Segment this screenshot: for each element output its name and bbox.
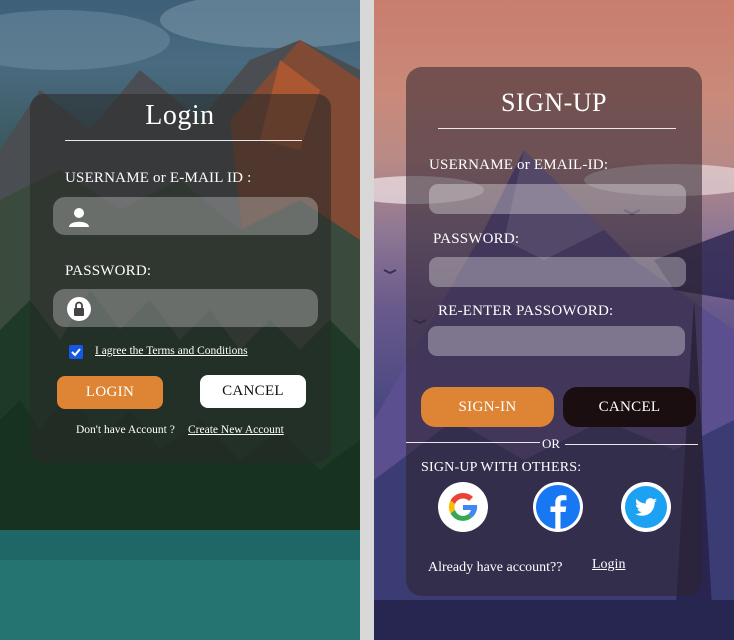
lock-icon [67, 297, 91, 321]
checkmark-icon [71, 348, 81, 357]
facebook-signup-button[interactable] [533, 482, 583, 532]
login-username-input[interactable] [53, 197, 318, 235]
terms-link[interactable]: I agree the Terms and Conditions [95, 345, 248, 357]
user-icon [67, 205, 91, 229]
or-divider-right [565, 444, 698, 445]
reenter-password-input[interactable] [428, 326, 685, 356]
google-signup-button[interactable] [438, 482, 488, 532]
or-divider-left [406, 442, 540, 443]
google-icon [439, 483, 487, 531]
login-button[interactable]: LOGIN [57, 376, 163, 409]
login-title: Login [145, 100, 215, 131]
signup-password-input[interactable] [429, 257, 686, 287]
login-cancel-button[interactable]: CANCEL [200, 375, 306, 408]
signup-title: SIGN-UP [500, 88, 608, 117]
signup-title-divider [438, 128, 676, 129]
login-password-input[interactable] [53, 289, 318, 327]
facebook-icon [534, 483, 582, 531]
signup-cancel-button[interactable]: CANCEL [563, 387, 696, 427]
reenter-password-label: RE-ENTER PASSOWORD: [438, 303, 614, 319]
sign-in-button[interactable]: SIGN-IN [421, 387, 554, 427]
signup-username-input[interactable] [429, 184, 686, 214]
no-account-text: Don't have Account ? [76, 424, 175, 436]
create-account-link[interactable]: Create New Account [188, 424, 284, 436]
login-title-divider [65, 140, 302, 141]
terms-checkbox[interactable] [69, 345, 83, 359]
username-label: USERNAME or E-MAIL ID : [65, 170, 252, 186]
signup-with-others-label: SIGN-UP WITH OTHERS: [421, 460, 582, 475]
login-link[interactable]: Login [592, 557, 625, 573]
already-have-account-text: Already have account?? [428, 560, 563, 575]
signup-username-label: USERNAME or EMAIL-ID: [429, 157, 609, 173]
signup-password-label: PASSWORD: [433, 231, 520, 247]
password-label: PASSWORD: [65, 263, 152, 279]
or-text: OR [542, 436, 561, 451]
twitter-signup-button[interactable] [621, 482, 671, 532]
twitter-icon [622, 483, 670, 531]
